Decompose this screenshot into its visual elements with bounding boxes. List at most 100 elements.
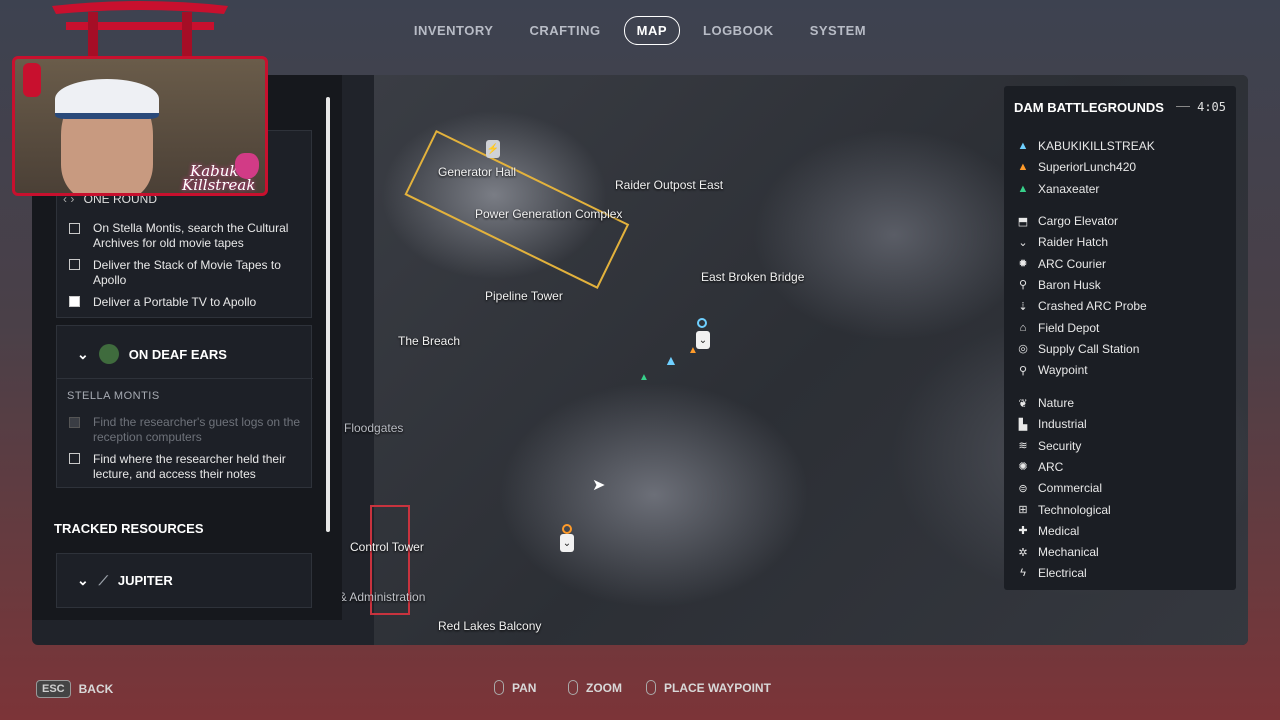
tab-system[interactable]: SYSTEM (797, 16, 879, 45)
field-depot-icon: ⌂ (1019, 321, 1027, 334)
label-raider-outpost-east: Raider Outpost East (615, 178, 724, 192)
player-ping-orange (562, 524, 572, 534)
jupiter-item-icon: ⟋ (98, 572, 108, 588)
arc-icon: ✺ (1018, 461, 1028, 474)
nature-icon: ❦ (1018, 397, 1028, 410)
legend-player: ▲ KABUKIKILLSTREAK (1017, 139, 1155, 153)
chevron-down-icon[interactable]: ⌄ (77, 346, 89, 363)
player-arrow-superiorlunch: ▲ (688, 345, 698, 356)
technological-icon: ⊞ (1018, 504, 1028, 516)
esc-key-icon: ESC (36, 680, 71, 698)
pan-hint: PAN (494, 680, 536, 695)
quest-step: Find where the researcher held their lec… (93, 452, 286, 481)
industrial-icon: ▙ (1018, 418, 1028, 431)
player-arrow-xanaxeater: ▲ (639, 372, 649, 383)
quest-panel-scrollbar[interactable] (326, 97, 330, 532)
legend-item[interactable]: ⚲ Waypoint (1016, 363, 1088, 377)
tab-map[interactable]: MAP (623, 16, 681, 45)
legend-item[interactable]: ⬒ Cargo Elevator (1016, 214, 1118, 228)
raider-hatch-icon: ⌄ (1018, 236, 1028, 249)
player-arrow-icon: ▲ (1017, 182, 1029, 195)
quest-checkbox (69, 223, 80, 234)
cargo-elevator-icon: ⬒ (1017, 215, 1029, 228)
tab-inventory[interactable]: INVENTORY (401, 16, 507, 45)
legend-category[interactable]: ⊞ Technological (1016, 503, 1110, 517)
map-name: DAM BATTLEGROUNDS (1014, 100, 1164, 115)
quest-location: STELLA MONTIS (67, 390, 160, 402)
legend-item[interactable]: ⇣ Crashed ARC Probe (1016, 299, 1146, 313)
mouse-wheel-icon (568, 680, 578, 695)
torii-gate-icon (52, 1, 228, 60)
quest-header-on-deaf-ears[interactable]: ⌄ ON DEAF EARS (77, 344, 227, 364)
legend-category[interactable]: ⊜ Commercial (1016, 481, 1102, 495)
match-timer: 4:05 (1197, 100, 1226, 114)
mouse-right-icon (646, 680, 656, 695)
mouse-cursor-icon: ➤ (592, 477, 606, 494)
mouse-icon (494, 680, 504, 695)
label-generator-hall: Generator Hall (438, 165, 517, 179)
streamer-cap (55, 79, 159, 119)
player-arrow-icon: ▲ (1017, 161, 1029, 174)
tab-logbook[interactable]: LOGBOOK (690, 16, 787, 45)
back-button[interactable]: ESC BACK (36, 680, 113, 698)
legend-item[interactable]: ⚲ Baron Husk (1016, 278, 1101, 292)
crashed-probe-icon: ⇣ (1018, 300, 1028, 313)
quest-card-on-deaf-ears: ⌄ ON DEAF EARS STELLA MONTIS Find the re… (56, 325, 313, 488)
legend-item[interactable]: ⌄ Raider Hatch (1016, 235, 1108, 249)
legend-item[interactable]: ⌂ Field Depot (1016, 321, 1100, 335)
legend-category[interactable]: ▙ Industrial (1016, 417, 1087, 431)
mechanical-icon: ✲ (1018, 546, 1028, 559)
legend-item[interactable]: ◎ Supply Call Station (1016, 342, 1139, 356)
player-arrow-kabukikillstreak: ▲ (664, 352, 678, 368)
label-floodgates: Floodgates (344, 421, 404, 435)
legend-player: ▲ SuperiorLunch420 (1017, 160, 1137, 175)
tracked-resource-header[interactable]: ⌄ ⟋ JUPITER (77, 572, 173, 589)
legend-category[interactable]: ϟ Electrical (1016, 566, 1087, 580)
quest-step: Find the researcher's guest logs on the … (93, 415, 301, 444)
raider-hatch-marker[interactable]: ⌄ (696, 331, 710, 349)
label-the-breach: The Breach (398, 334, 461, 348)
player-ping-blue (697, 318, 707, 328)
legend-player: ▲ Xanaxeater (1017, 181, 1100, 196)
legend-category[interactable]: ≋ Security (1016, 439, 1081, 453)
label-east-broken-bridge: East Broken Bridge (701, 270, 805, 284)
map-legend-panel: DAM BATTLEGROUNDS 4:05 ▲ KABUKIKILLSTREAK… (1004, 86, 1236, 590)
arc-courier-icon: ✹ (1018, 258, 1028, 271)
quest-checkbox-done (69, 296, 80, 307)
legend-category[interactable]: ❦ Nature (1016, 396, 1074, 410)
quest-checkbox (69, 453, 80, 464)
control-hints: ESC BACK PAN ZOOM PLACE WAYPOINT (0, 680, 1280, 702)
legend-category[interactable]: ✲ Mechanical (1016, 545, 1098, 559)
raider-hatch-marker-south[interactable]: ⌄ (560, 534, 574, 552)
quest-step: Deliver a Portable TV to Apollo (93, 295, 257, 309)
commercial-icon: ⊜ (1018, 482, 1028, 495)
quest-checkbox (69, 259, 80, 270)
quest-checkbox-done (69, 417, 80, 428)
tracked-resources-title: TRACKED RESOURCES (54, 521, 204, 536)
zoom-hint: ZOOM (568, 680, 622, 695)
label-red-lakes-balcony: Red Lakes Balcony (438, 619, 542, 633)
tracked-resource-card: ⌄ ⟋ JUPITER (56, 553, 312, 608)
supply-call-icon: ◎ (1018, 343, 1028, 356)
quest-step: On Stella Montis, search the Cultural Ar… (93, 221, 289, 250)
legend-item[interactable]: ✹ ARC Courier (1016, 257, 1106, 271)
waypoint-icon: ⚲ (1018, 364, 1028, 377)
legend-category[interactable]: ✺ ARC (1016, 460, 1063, 474)
generator-hall-marker[interactable]: ⚡ (486, 140, 500, 158)
chevron-down-icon[interactable]: ⌄ (77, 572, 89, 589)
baron-husk-icon: ⚲ (1018, 279, 1028, 292)
security-icon: ≋ (1018, 440, 1028, 453)
quest-step: Deliver the Stack of Movie Tapes to Apol… (93, 258, 281, 287)
oni-mask-icon (235, 153, 259, 179)
legend-category[interactable]: ✚ Medical (1016, 524, 1079, 538)
tab-crafting[interactable]: CRAFTING (516, 16, 613, 45)
lantern-icon (23, 63, 41, 97)
streamer-webcam: Kabuki Killstreak (12, 56, 268, 196)
label-pipeline-tower: Pipeline Tower (485, 289, 563, 303)
place-waypoint-hint: PLACE WAYPOINT (646, 680, 771, 695)
player-arrow-icon: ▲ (1017, 140, 1029, 152)
medical-icon: ✚ (1018, 525, 1028, 538)
electrical-icon: ϟ (1020, 567, 1026, 580)
quest-giver-avatar (98, 344, 119, 364)
label-control-tower: Control Tower (350, 540, 424, 554)
